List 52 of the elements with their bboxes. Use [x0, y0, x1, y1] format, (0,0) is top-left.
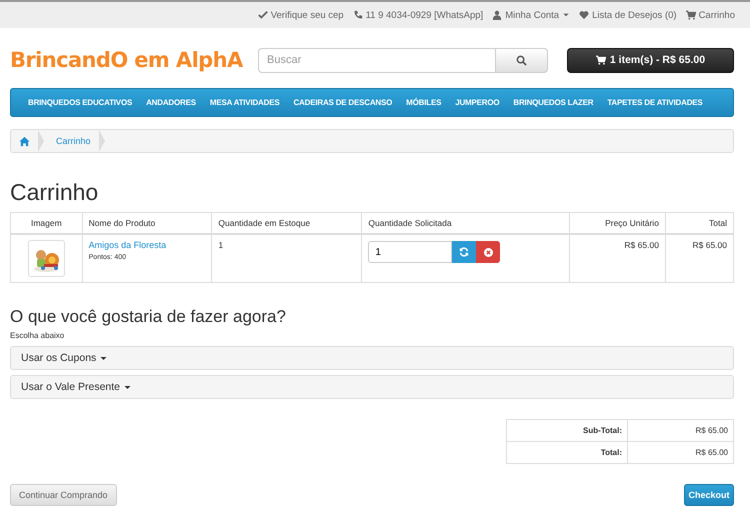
- top-link[interactable]: 11 9 4034-0929 [WhatsApp]: [352, 10, 484, 20]
- column-header: Quantidade Solicitada: [362, 212, 570, 234]
- total-value: R$ 65.00: [628, 420, 734, 442]
- home-icon: [19, 136, 30, 146]
- continue-shopping-button[interactable]: Continuar Comprando: [10, 484, 117, 506]
- total-label: Total:: [506, 442, 628, 464]
- nav-link[interactable]: BRINQUEDOS EDUCATIVOS: [21, 98, 140, 107]
- check-icon: [258, 10, 268, 20]
- search-icon: [516, 54, 527, 66]
- total-value: R$ 65.00: [628, 442, 734, 464]
- heart-icon: [579, 10, 590, 20]
- total-label: Sub-Total:: [506, 420, 628, 442]
- nav-link[interactable]: TAPETES DE ATIVIDADES: [600, 98, 710, 107]
- nav-link[interactable]: MÓBILES: [399, 98, 448, 107]
- cart-icon: [596, 55, 606, 65]
- page-title: Carrinho: [10, 179, 100, 206]
- user-icon: [492, 10, 502, 20]
- nav-link[interactable]: BRINQUEDOS LAZER: [506, 98, 600, 107]
- search-field[interactable]: Buscar: [258, 48, 496, 72]
- refresh-icon: [459, 247, 470, 257]
- section-heading: O que você gostaria de fazer agora?: [10, 307, 287, 327]
- nav-link[interactable]: JUMPEROO: [448, 98, 506, 107]
- remove-button[interactable]: [476, 241, 500, 263]
- accordion-header[interactable]: Usar o Vale Presente: [10, 375, 734, 399]
- column-header: Nome do Produto: [82, 212, 212, 234]
- column-header: Quantidade em Estoque: [212, 212, 362, 234]
- close-icon: [484, 248, 493, 256]
- cart-icon: [686, 10, 696, 20]
- top-link[interactable]: Carrinho: [686, 10, 735, 20]
- table-cell: R$ 65.00: [570, 234, 666, 282]
- product-link[interactable]: Amigos da Floresta: [88, 240, 166, 250]
- breadcrumb-link[interactable]: Carrinho: [48, 130, 99, 152]
- update-button[interactable]: [452, 241, 476, 263]
- nav-link[interactable]: MESA ATIVIDADES: [202, 98, 286, 107]
- top-link[interactable]: Lista de Desejos (0): [579, 10, 677, 20]
- quantity-field[interactable]: 1: [368, 241, 452, 263]
- table-cell: R$ 65.00: [665, 234, 734, 282]
- top-link[interactable]: Verifique seu cep: [258, 10, 344, 20]
- column-header: Preço Unitário: [570, 212, 666, 234]
- table-cell: 1: [212, 234, 362, 282]
- accordion-header[interactable]: Usar os Cupons: [10, 346, 734, 370]
- checkout-button[interactable]: Checkout: [684, 484, 734, 506]
- section-subtitle: Escolha abaixo: [10, 331, 66, 340]
- site-logo[interactable]: BrincandO em AlphA: [10, 46, 243, 74]
- column-header: Total: [665, 212, 734, 234]
- search-button[interactable]: [496, 48, 548, 72]
- cart-button[interactable]: 1 item(s) - R$ 65.00: [567, 48, 734, 72]
- phone-icon: [352, 10, 363, 20]
- nav-link[interactable]: CADEIRAS DE DESCANSO: [286, 98, 400, 107]
- nav-link[interactable]: ANDADORES: [139, 98, 203, 107]
- top-link[interactable]: Minha Conta: [492, 10, 570, 20]
- column-header: Imagem: [10, 212, 82, 234]
